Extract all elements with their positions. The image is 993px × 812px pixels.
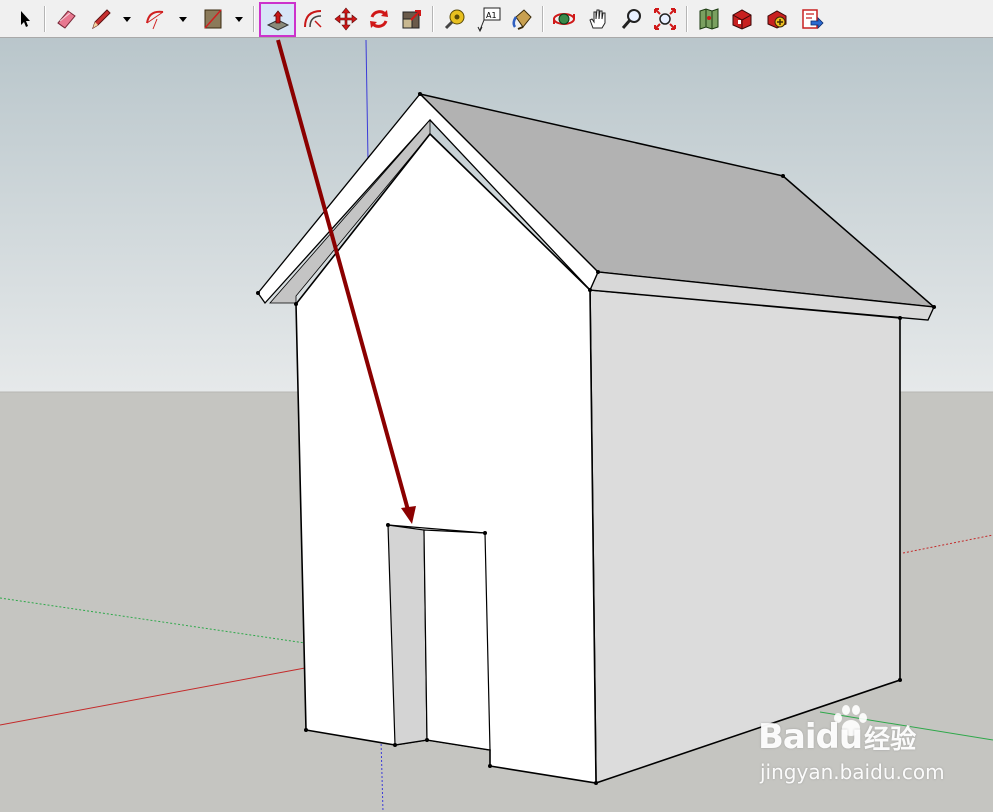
- svg-text:A1: A1: [486, 11, 497, 20]
- move-tool-button[interactable]: [331, 3, 361, 34]
- dropdown-arrow-icon: [179, 16, 187, 22]
- warehouse-icon: [732, 8, 752, 30]
- watermark-logo-du: du: [815, 717, 864, 757]
- paint-bucket-tool-button[interactable]: [507, 3, 537, 34]
- door-jamb: [387, 524, 428, 746]
- toolbar-separator: [432, 6, 433, 32]
- tape-measure-icon: [444, 9, 465, 29]
- layout-icon: [802, 8, 824, 29]
- toolbar-separator: [686, 6, 687, 32]
- pencil-dropdown-arrow[interactable]: [122, 13, 132, 25]
- arc-icon: [146, 10, 164, 29]
- tape-measure-tool-button[interactable]: [440, 3, 470, 34]
- eraser-tool-button[interactable]: [51, 3, 81, 34]
- dropdown-arrow-icon: [235, 16, 243, 22]
- zoom-tool-button[interactable]: [617, 3, 647, 34]
- arrow-cursor-icon: [21, 10, 30, 27]
- eraser-icon: [57, 9, 76, 29]
- pan-tool-button[interactable]: [583, 3, 613, 34]
- offset-tool-button[interactable]: [298, 3, 328, 34]
- zoom-icon: [621, 8, 641, 29]
- paint-bucket-icon: [512, 8, 532, 30]
- rotate-tool-button[interactable]: [364, 3, 394, 34]
- toolbar-separator: [253, 6, 254, 32]
- move-icon: [334, 7, 358, 30]
- arc-dropdown-arrow[interactable]: [178, 13, 188, 25]
- orbit-tool-button[interactable]: [549, 3, 579, 34]
- zoom-extents-tool-button[interactable]: [650, 3, 680, 34]
- scale-tool-button[interactable]: [397, 3, 427, 34]
- text-tool-button[interactable]: A1: [474, 3, 504, 34]
- extension-icon: [767, 9, 787, 29]
- rotate-icon: [370, 9, 388, 28]
- watermark-logo-latin: Bai: [758, 717, 817, 757]
- push-pull-tool-button[interactable]: [259, 2, 296, 37]
- select-tool-button[interactable]: [10, 3, 40, 34]
- toolbar-separator: [542, 6, 543, 32]
- pencil-tool-button[interactable]: [86, 3, 116, 34]
- toolbar: A1: [0, 0, 993, 38]
- rectangle-tool-button[interactable]: [198, 3, 228, 34]
- text-icon: A1: [477, 7, 501, 32]
- add-location-tool-button[interactable]: [694, 3, 724, 34]
- extension-warehouse-tool-button[interactable]: [762, 3, 792, 34]
- door-back-face[interactable]: [423, 529, 491, 751]
- arc-tool-button[interactable]: [141, 3, 171, 34]
- watermark-logo-cn: 经验: [864, 725, 917, 755]
- dropdown-arrow-icon: [123, 16, 131, 22]
- pencil-icon: [92, 8, 111, 29]
- push-pull-icon: [266, 9, 289, 31]
- scene-canvas[interactable]: [0, 38, 993, 812]
- orbit-icon: [553, 12, 575, 25]
- send-to-layout-tool-button[interactable]: [797, 3, 827, 34]
- offset-icon: [304, 9, 322, 28]
- toolbar-separator: [44, 6, 45, 32]
- rectangle-dropdown-arrow[interactable]: [234, 13, 244, 25]
- rectangle-icon: [204, 9, 222, 28]
- scale-icon: [402, 9, 421, 28]
- model-viewport[interactable]: Baidu经验 jingyan.baidu.com: [0, 38, 993, 812]
- watermark-logo: Baidu经验: [758, 717, 916, 757]
- map-icon: [699, 7, 719, 30]
- pan-hand-icon: [589, 9, 606, 28]
- zoom-extents-icon: [654, 7, 676, 30]
- watermark-url: jingyan.baidu.com: [760, 760, 945, 784]
- 3d-warehouse-tool-button[interactable]: [727, 3, 757, 34]
